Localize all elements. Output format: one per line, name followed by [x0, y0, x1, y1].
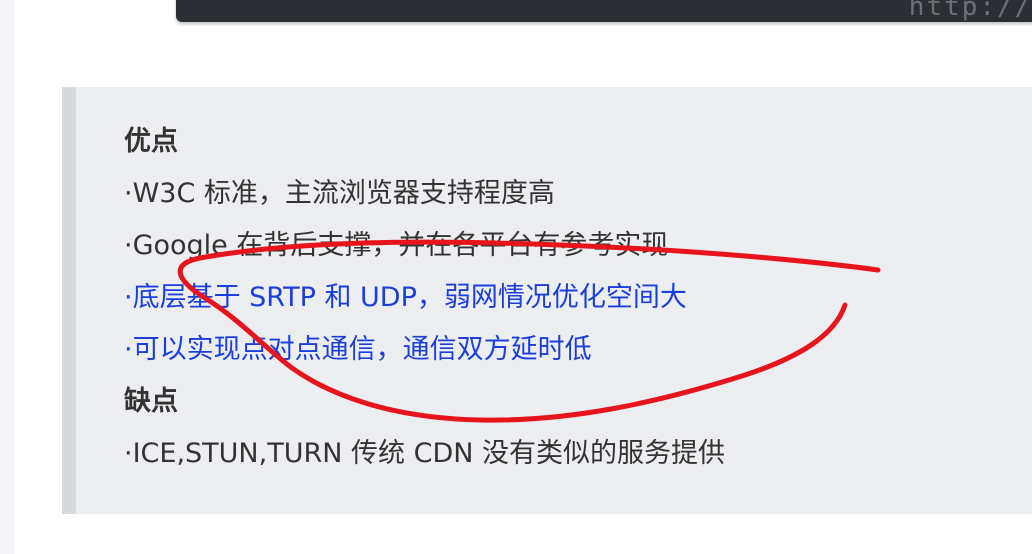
cons-heading: 缺点 [124, 386, 178, 417]
pro-item-3-highlighted: ·底层基于 SRTP 和 UDP，弱网情况优化空间大 [124, 282, 687, 313]
code-snippet-text: http://b [908, 0, 1032, 22]
pro-item-1: ·W3C 标准，主流浏览器支持程度高 [124, 178, 555, 209]
con-item-1: ·ICE,STUN,TURN 传统 CDN 没有类似的服务提供 [124, 438, 726, 469]
left-gutter [0, 0, 14, 554]
pro-item-2: ·Google 在背后支撑，并在各平台有参考实现 [124, 230, 669, 261]
code-block: http://b [176, 0, 1032, 22]
pros-heading: 优点 [124, 126, 178, 157]
page: http://b 优点 ·W3C 标准，主流浏览器支持程度高 ·Google 在… [0, 0, 1032, 554]
pro-item-4-highlighted: ·可以实现点对点通信，通信双方延时低 [124, 334, 592, 365]
blockquote: 优点 ·W3C 标准，主流浏览器支持程度高 ·Google 在背后支撑，并在各平… [62, 87, 1032, 514]
